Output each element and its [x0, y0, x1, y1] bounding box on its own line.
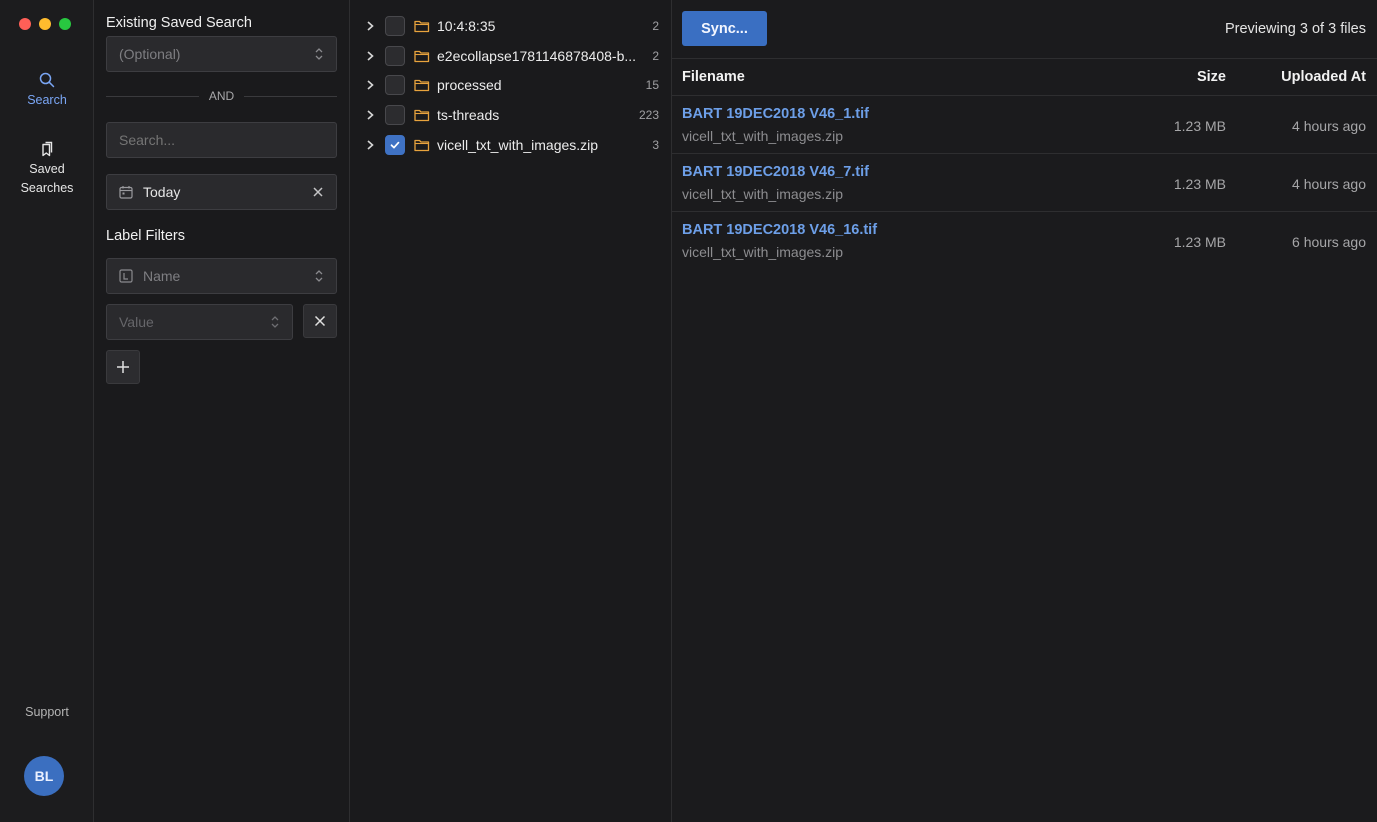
updown-icon: [315, 270, 323, 282]
folder-icon: [414, 50, 430, 63]
tree-item-count: 2: [652, 19, 659, 33]
updown-icon: [315, 48, 323, 60]
saved-search-select[interactable]: (Optional): [106, 36, 337, 72]
saved-search-placeholder: (Optional): [119, 46, 181, 62]
column-size[interactable]: Size: [1197, 69, 1226, 85]
close-window-button[interactable]: [19, 18, 31, 30]
table-row[interactable]: BART 19DEC2018 V46_7.tif vicell_txt_with…: [672, 154, 1377, 212]
label-icon: [119, 269, 133, 283]
label-filters-title: Label Filters: [106, 228, 185, 244]
support-link[interactable]: Support: [0, 705, 94, 719]
search-field-wrap[interactable]: [106, 122, 337, 158]
preview-count: Previewing 3 of 3 files: [1224, 21, 1366, 37]
bookmark-icon: [42, 141, 53, 157]
close-icon: [314, 315, 326, 327]
file-uploaded-at: 6 hours ago: [1292, 234, 1366, 250]
file-size: 1.23 MB: [1173, 234, 1226, 250]
tree-item[interactable]: processed 15: [350, 70, 671, 100]
chevron-right-icon[interactable]: [364, 139, 376, 151]
and-divider: AND: [106, 89, 337, 103]
file-name-link[interactable]: BART 19DEC2018 V46_1.tif: [682, 106, 869, 122]
tree-item[interactable]: vicell_txt_with_images.zip 3: [350, 130, 671, 160]
tree-item-count: 2: [652, 49, 659, 63]
table-row[interactable]: BART 19DEC2018 V46_16.tif vicell_txt_wit…: [672, 212, 1377, 270]
tree-item-count: 223: [638, 108, 659, 122]
add-label-button[interactable]: [106, 350, 140, 384]
remove-label-button[interactable]: [303, 304, 337, 338]
search-input[interactable]: [107, 123, 336, 157]
tree-item-name: ts-threads: [437, 107, 500, 123]
column-filename[interactable]: Filename: [682, 69, 745, 85]
label-name-select[interactable]: Name: [106, 258, 337, 294]
file-size: 1.23 MB: [1173, 118, 1226, 134]
updown-icon: [271, 316, 279, 328]
tree-item-count: 15: [645, 78, 659, 92]
chevron-right-icon[interactable]: [364, 50, 376, 62]
nav-saved-searches[interactable]: Saved Searches: [0, 141, 94, 198]
file-uploaded-at: 4 hours ago: [1292, 176, 1366, 192]
tree-item-count: 3: [652, 138, 659, 152]
nav-rail: Search Saved Searches Support BL: [0, 0, 94, 822]
search-icon: [39, 72, 55, 88]
label-value-placeholder: Value: [119, 314, 154, 330]
tree-item-name: processed: [437, 77, 502, 93]
calendar-icon: [119, 186, 133, 199]
filter-panel: Existing Saved Search (Optional) AND Tod…: [94, 0, 350, 822]
window-controls: [19, 18, 71, 30]
avatar[interactable]: BL: [24, 756, 64, 796]
file-preview-pane: Sync... Previewing 3 of 3 files Filename…: [672, 0, 1377, 822]
minimize-window-button[interactable]: [39, 18, 51, 30]
date-filter[interactable]: Today: [106, 174, 337, 210]
folder-icon: [414, 109, 430, 122]
column-uploaded-at[interactable]: Uploaded At: [1281, 69, 1366, 85]
and-divider-text: AND: [208, 89, 235, 103]
label-name-placeholder: Name: [143, 268, 181, 284]
tree-item[interactable]: ts-threads 223: [350, 100, 671, 130]
tree-checkbox[interactable]: [385, 46, 405, 66]
file-source: vicell_txt_with_images.zip: [682, 128, 844, 144]
tree-checkbox[interactable]: [385, 105, 405, 125]
tree-checkbox[interactable]: [385, 75, 405, 95]
chevron-right-icon[interactable]: [364, 79, 376, 91]
maximize-window-button[interactable]: [59, 18, 71, 30]
tree-item-name: e2ecollapse1781146878408-b...: [437, 48, 637, 64]
nav-saved-label-line2: Searches: [20, 181, 74, 195]
tree-item-name: vicell_txt_with_images.zip: [437, 137, 599, 153]
tree-item[interactable]: e2ecollapse1781146878408-b... 2: [350, 41, 671, 71]
tree-checkbox[interactable]: [385, 16, 405, 36]
file-source: vicell_txt_with_images.zip: [682, 186, 844, 202]
nav-search-label: Search: [27, 93, 67, 107]
file-name-link[interactable]: BART 19DEC2018 V46_7.tif: [682, 164, 869, 180]
tree-checkbox-checked[interactable]: [385, 135, 405, 155]
file-name-link[interactable]: BART 19DEC2018 V46_16.tif: [682, 222, 877, 238]
folder-icon: [414, 20, 430, 33]
file-uploaded-at: 4 hours ago: [1292, 118, 1366, 134]
folder-icon: [414, 79, 430, 92]
check-icon: [390, 141, 400, 149]
table-header: Filename Size Uploaded At: [672, 58, 1377, 96]
table-row[interactable]: BART 19DEC2018 V46_1.tif vicell_txt_with…: [672, 96, 1377, 154]
folder-icon: [414, 139, 430, 152]
file-size: 1.23 MB: [1173, 176, 1226, 192]
chevron-right-icon[interactable]: [364, 20, 376, 32]
tree-item[interactable]: 10:4:8:35 2: [350, 11, 671, 41]
nav-saved-label-line1: Saved: [29, 162, 65, 176]
close-icon[interactable]: [312, 186, 324, 198]
tree-item-name: 10:4:8:35: [437, 18, 496, 34]
file-source: vicell_txt_with_images.zip: [682, 244, 844, 260]
nav-search[interactable]: Search: [0, 72, 94, 110]
date-filter-value: Today: [143, 184, 181, 200]
label-value-select[interactable]: Value: [106, 304, 293, 340]
saved-search-title: Existing Saved Search: [106, 15, 252, 31]
chevron-right-icon[interactable]: [364, 109, 376, 121]
sync-button[interactable]: Sync...: [682, 11, 767, 46]
folder-tree: 10:4:8:35 2 e2ecollapse1781146878408-b..…: [350, 0, 672, 822]
plus-icon: [117, 361, 129, 373]
